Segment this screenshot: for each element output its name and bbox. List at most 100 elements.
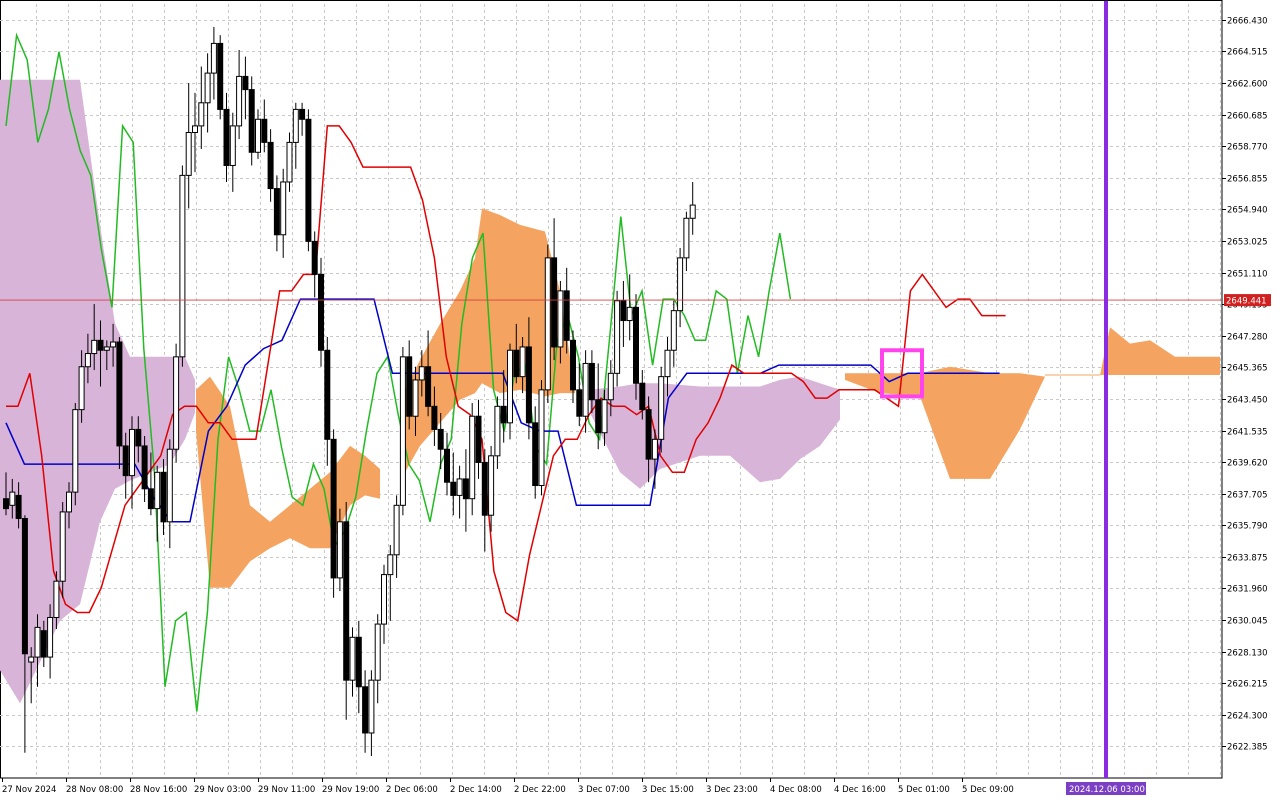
candle-bear [3, 498, 9, 510]
candle-bull [557, 290, 564, 348]
candle-bull [349, 636, 356, 681]
candle-bull [336, 521, 343, 579]
kumo-bull-band [1100, 327, 1220, 375]
candle-bear [532, 422, 539, 487]
candle-bull [601, 399, 608, 434]
y-tick-label: 2662.600 [1227, 80, 1268, 90]
x-tick-label: 4 Dec 08:00 [770, 785, 822, 795]
candle-bear [425, 366, 432, 407]
candle-bull [683, 217, 690, 259]
candle-bull [456, 478, 463, 496]
y-tick-label: 2624.300 [1227, 712, 1268, 722]
candle-bull [280, 181, 287, 236]
y-tick-label: 2622.385 [1227, 743, 1268, 753]
candle-bull [255, 118, 261, 153]
candle-bull [91, 339, 98, 355]
candle-bull [607, 372, 614, 401]
x-tick-label: 3 Dec 15:00 [642, 785, 694, 795]
y-tick-label: 2658.770 [1227, 143, 1268, 153]
chart: 2666.430 2664.515 2662.600 2660.685 2658.770… [0, 0, 1280, 800]
candle-bear [362, 686, 369, 734]
candle-bull [582, 362, 589, 417]
candle-bear [248, 89, 255, 153]
candle-bull [374, 623, 381, 681]
candle-bear [273, 188, 280, 236]
candle-bull [469, 415, 476, 500]
candle-bull [198, 102, 205, 127]
y-tick-label: 2666.430 [1227, 17, 1268, 27]
candle-bear [513, 349, 520, 378]
candle-bull [34, 626, 41, 658]
candle-bear [563, 290, 570, 341]
candle-bear [633, 306, 639, 384]
candle-bull [66, 491, 72, 513]
candle-bear [141, 445, 148, 490]
candle-bull [658, 376, 665, 440]
time-axis: 27 Nov 2024 28 Nov 08:00 28 Nov 16:00 29 No… [2, 778, 1146, 795]
candle-bear [330, 438, 337, 579]
candle-bull [689, 204, 696, 219]
candle-bear [551, 257, 558, 348]
candle-bull [494, 405, 501, 457]
y-tick-label: 2656.855 [1227, 175, 1268, 185]
candle-bear [261, 118, 268, 143]
candle-bear [122, 445, 129, 477]
candle-bull [614, 300, 621, 374]
candle-bear [481, 461, 488, 516]
candle-bull [399, 356, 406, 506]
x-tick-label: 29 Nov 03:00 [194, 785, 251, 795]
candle-bear [431, 405, 438, 430]
candle-bull [166, 448, 173, 523]
candle-bear [645, 409, 652, 460]
candle-bear [160, 471, 167, 523]
candle-bull [381, 574, 387, 625]
x-tick-label: 5 Dec 01:00 [898, 785, 950, 795]
candle-bull [670, 310, 677, 351]
candle-bear [21, 518, 28, 655]
y-tick-label: 2664.515 [1227, 48, 1268, 58]
candle-bear [223, 108, 230, 166]
x-tick-label: 29 Nov 11:00 [258, 785, 315, 795]
candle-bull [47, 616, 54, 658]
candle-bull [507, 349, 513, 424]
candle-bull [179, 174, 186, 358]
x-tick-label: 2 Dec 06:00 [386, 785, 438, 795]
candle-bull [519, 346, 526, 378]
candle-bull [78, 366, 85, 411]
price-axis: 2666.430 2664.515 2662.600 2660.685 2658.770… [1222, 17, 1271, 753]
candle-bear [595, 399, 602, 434]
candle-bear [267, 141, 274, 190]
candle-bear [576, 389, 583, 417]
candle-bull [393, 504, 400, 556]
candle-bull [185, 131, 192, 176]
x-tick-label: 3 Dec 23:00 [706, 785, 758, 795]
y-tick-label: 2635.790 [1227, 522, 1268, 532]
candle-bull [154, 471, 161, 510]
y-tick-label: 2660.685 [1227, 112, 1268, 122]
x-tick-label: 27 Nov 2024 [2, 785, 56, 795]
candle-bear [15, 494, 22, 520]
candle-bull [236, 75, 243, 127]
y-tick-label: 2654.940 [1227, 206, 1268, 216]
candle-bear [147, 488, 154, 510]
candle-bull [651, 438, 658, 460]
kumo-bear-band [590, 376, 840, 489]
candle-bull [412, 379, 419, 417]
candle-bull [129, 428, 135, 477]
candle-bear [299, 108, 306, 120]
candle-bear [324, 349, 331, 440]
x-tick-label: 4 Dec 16:00 [834, 785, 886, 795]
candle-bull [664, 349, 671, 378]
chart-canvas: 2666.430 2664.515 2662.600 2660.685 2658.770… [0, 0, 1271, 795]
cursor-time-label: 2024.12.06 03:00 [1069, 785, 1145, 795]
x-tick-label: 5 Dec 09:00 [962, 785, 1014, 795]
candle-bear [620, 300, 627, 322]
candle-bull [387, 554, 394, 576]
candle-bull [544, 257, 551, 391]
y-tick-label: 2647.280 [1227, 333, 1268, 343]
candle-bull [53, 580, 60, 618]
candle-bear [116, 341, 123, 447]
candle-bull [538, 389, 545, 487]
y-tick-label: 2653.025 [1227, 238, 1268, 248]
candle-bear [475, 415, 482, 463]
